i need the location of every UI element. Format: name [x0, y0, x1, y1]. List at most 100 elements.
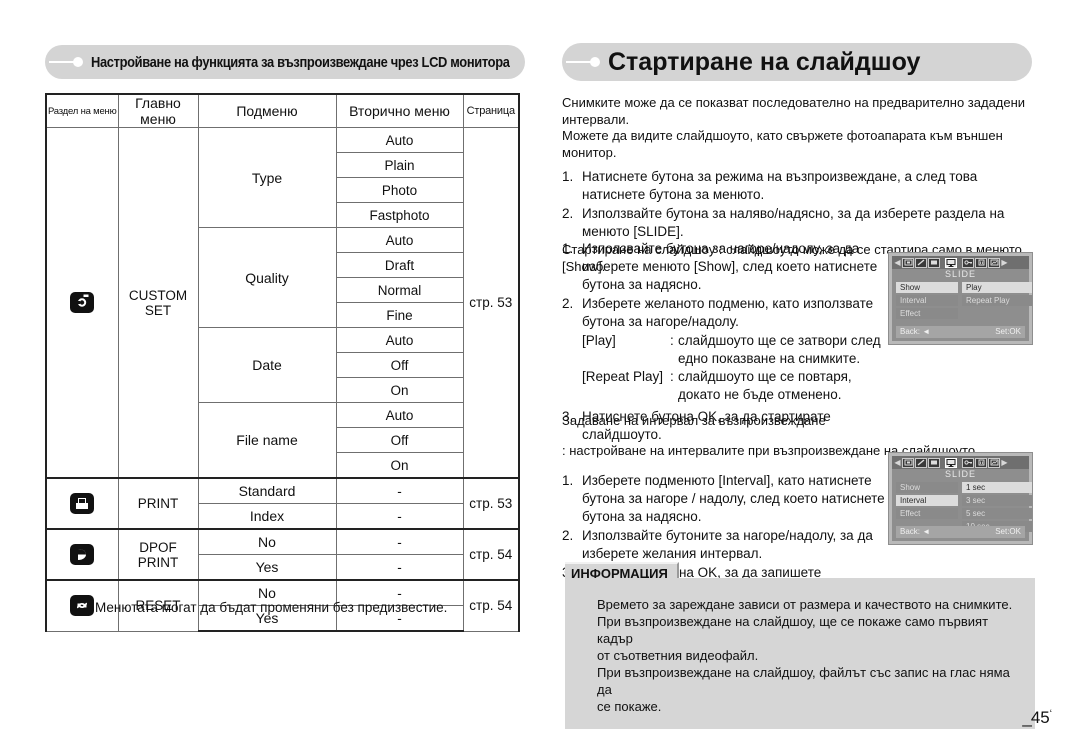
intro-line-2: Можете да видите слайдшоуто, като свърже…	[562, 128, 1003, 160]
list-item: 2. Използвайте бутоните за нагоре/надолу…	[562, 527, 892, 563]
lcd-footer: Back: ◄ Set:OK	[896, 326, 1025, 338]
lcd-menu-item[interactable]: Effect	[896, 308, 958, 319]
intro-line-1: Снимките може да се показват последовате…	[562, 95, 1026, 127]
tab-icon-protect[interactable]	[962, 457, 974, 468]
submenu-date: Date	[197, 327, 337, 403]
second-menu-option: On	[335, 452, 464, 479]
lcd-menu-item[interactable]: Show	[896, 282, 958, 293]
play-option-key: [Play]	[582, 333, 616, 348]
lcd-screen-slide-show: ◀ ▶ SLIDE Show Interval Effect Play Repe…	[888, 252, 1033, 345]
lcd-menu-item[interactable]: Show	[896, 482, 958, 493]
tab-right-arrow-icon[interactable]: ▶	[1001, 258, 1008, 267]
submenu-yes: Yes	[197, 554, 337, 581]
play-option-colon: :	[670, 333, 674, 348]
lcd-set-label[interactable]: Set:OK	[995, 326, 1021, 338]
play-option-row: [Play] : слайдшоуто ще се затвори след	[562, 332, 882, 350]
table-row: CUSTOM SET Type Auto стр. 53	[45, 127, 520, 479]
dpof-icon	[70, 544, 95, 565]
lcd-footer: Back: ◄ Set:OK	[896, 526, 1025, 538]
second-menu-option: Auto	[335, 127, 464, 153]
tab-left-arrow-icon[interactable]: ◀	[894, 458, 901, 467]
tab-icon-resize[interactable]	[928, 257, 940, 268]
step-number: 1.	[562, 169, 574, 184]
info-body: Времето за зареждане зависи от размера и…	[565, 578, 1035, 729]
submenu-index: Index	[197, 503, 337, 530]
second-menu-option: Auto	[335, 227, 464, 253]
tab-left-arrow-icon[interactable]: ◀	[894, 258, 901, 267]
lcd-menu-column-right: Play Repeat Play	[962, 282, 1032, 308]
submenu-file-name: File name	[197, 402, 337, 479]
lcd-menu-item[interactable]: Interval	[896, 295, 958, 306]
tab-icon-protect[interactable]	[962, 257, 974, 268]
tab-icon-edit[interactable]	[915, 257, 927, 268]
list-item: 2. Изберете желаното подменю, като изпол…	[562, 295, 882, 331]
table-note: Менютата могат да бъдат променяни без пр…	[95, 600, 448, 615]
tab-icon-dpof[interactable]	[988, 257, 1000, 268]
manual-page: Настройване на функцията за възпроизвежд…	[0, 0, 1080, 746]
section2-title-1: Задаване на интервал за възпроизвеждане	[562, 413, 826, 428]
second-menu-option: -	[335, 528, 464, 555]
tab-icon-dpof[interactable]	[988, 457, 1000, 468]
bullet-lead-icon	[45, 45, 91, 79]
second-menu-option: On	[335, 377, 464, 403]
tab-icon-edit[interactable]	[915, 457, 927, 468]
second-menu-option: -	[335, 503, 464, 530]
step-number: 2.	[562, 206, 574, 221]
lcd-submenu-item[interactable]: 3 sec	[962, 495, 1032, 506]
table-row: PRINT Standard - стр. 53	[45, 477, 520, 530]
second-menu-option: Plain	[335, 152, 464, 178]
printer-icon	[70, 493, 95, 514]
list-item: 2. Използвайте бутона за наляво/надясно,…	[562, 205, 1042, 241]
menu-table-wrapper: Раздел на меню Главно меню Подменю Втори…	[45, 93, 520, 632]
lcd-back-label[interactable]: Back: ◄	[900, 326, 930, 338]
lcd-set-label[interactable]: Set:OK	[995, 526, 1021, 538]
page-number: _45‘	[1022, 708, 1052, 728]
second-menu-option: Fastphoto	[335, 202, 464, 228]
tab-icon-slideshow[interactable]	[945, 257, 957, 268]
lcd-body: Show Interval Effect Play Repeat Play	[896, 282, 1032, 324]
lcd-tabbar: ◀ ▶	[892, 456, 1029, 469]
lcd-submenu-item[interactable]: Play	[962, 282, 1032, 293]
step-text: Използвайте бутоните за нагоре/надолу, з…	[582, 528, 873, 561]
info-line: Времето за зареждане зависи от размера и…	[597, 597, 1013, 612]
second-menu-option: Off	[335, 427, 464, 453]
section2-title-2: : настройване на интервалите при възпрои…	[562, 443, 979, 458]
section-header-left: Настройване на функцията за възпроизвежд…	[45, 45, 525, 79]
col-header-page: Страница	[462, 93, 520, 128]
page-number-value: 45	[1030, 708, 1050, 727]
second-menu-option: Fine	[335, 302, 464, 328]
lcd-inner: ◀ ▶ SLIDE Show Interval Effect	[892, 456, 1032, 541]
table-header-row: Раздел на меню Главно меню Подменю Втори…	[45, 93, 520, 128]
list-item: 1. Изберете подменюто [Interval], като н…	[562, 472, 892, 526]
repeat-option-key: [Repeat Play]	[582, 369, 664, 384]
intro-paragraph: Снимките може да се показват последовате…	[562, 95, 1042, 161]
tab-icon-playback[interactable]	[902, 457, 914, 468]
lcd-back-label[interactable]: Back: ◄	[900, 526, 930, 538]
section-header-left-title: Настройване на функцията за възпроизвежд…	[91, 53, 510, 71]
section-header-right: Стартиране на слайдшоу	[562, 43, 1032, 81]
tab-icon-resize[interactable]	[928, 457, 940, 468]
lcd-submenu-item[interactable]: Repeat Play	[962, 295, 1032, 306]
tab-icon-playback[interactable]	[902, 257, 914, 268]
tab-icon-delete[interactable]	[975, 257, 987, 268]
reset-icon	[70, 595, 95, 617]
tab-right-arrow-icon[interactable]: ▶	[1001, 458, 1008, 467]
lcd-menu-column-left: Show Interval Effect	[896, 282, 958, 321]
second-menu-option: Off	[335, 352, 464, 378]
second-menu-option: -	[335, 554, 464, 581]
second-menu-option: Draft	[335, 252, 464, 278]
lcd-menu-item[interactable]: Effect	[896, 508, 958, 519]
section-icon-cell-print	[45, 477, 119, 530]
step-text: Изберете подменюто [Interval], като нати…	[582, 473, 885, 524]
step-number: 1.	[562, 473, 574, 488]
tab-icon-delete[interactable]	[975, 457, 987, 468]
lcd-title: SLIDE	[944, 269, 976, 279]
lcd-submenu-item[interactable]: 1 sec	[962, 482, 1032, 493]
play-option-value-2: едно показване на снимките.	[678, 351, 861, 366]
info-line: При възпроизвеждане на слайдшоу, ще се п…	[597, 614, 989, 646]
step-text: Натиснете бутона за режима на възпроизве…	[582, 169, 978, 202]
lcd-submenu-item[interactable]: 5 sec	[962, 508, 1032, 519]
page-ref-print: стр. 53	[462, 477, 520, 530]
lcd-menu-item[interactable]: Interval	[896, 495, 958, 506]
tab-icon-slideshow[interactable]	[945, 457, 957, 468]
